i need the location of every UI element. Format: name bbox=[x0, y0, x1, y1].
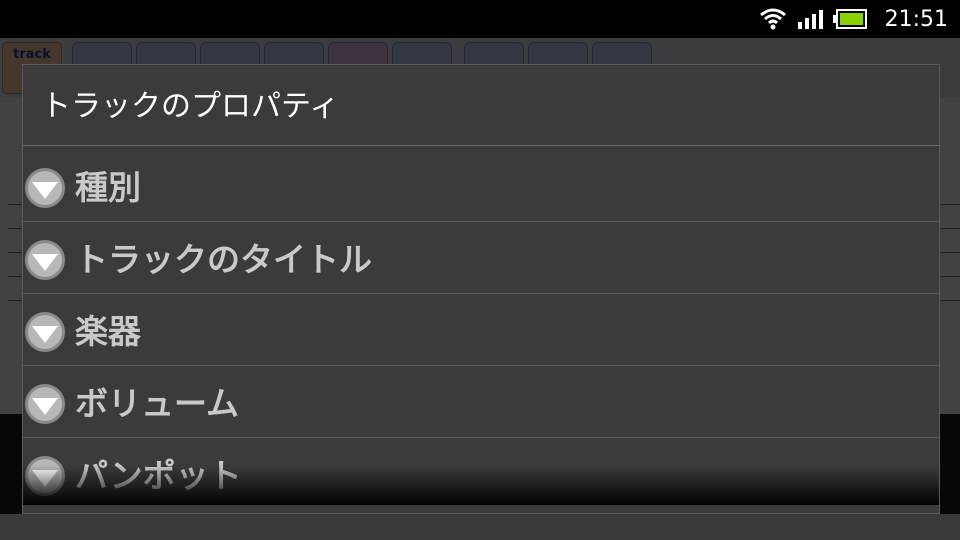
status-time: 21:51 bbox=[884, 6, 948, 32]
wifi-icon bbox=[759, 8, 786, 30]
item-label: トラックのタイトル bbox=[75, 240, 372, 279]
list-item-instrument[interactable]: 楽器 bbox=[23, 294, 939, 366]
item-label: ボリューム bbox=[75, 384, 240, 423]
chevron-down-icon bbox=[25, 168, 65, 208]
chevron-down-icon bbox=[25, 312, 65, 352]
list-item-track-title[interactable]: トラックのタイトル bbox=[23, 222, 939, 294]
list-item-volume[interactable]: ボリューム bbox=[23, 366, 939, 438]
chevron-down-icon bbox=[25, 384, 65, 424]
item-label: 種別 bbox=[75, 168, 141, 207]
item-label: 楽器 bbox=[75, 312, 141, 351]
status-bar: 21:51 bbox=[0, 0, 960, 38]
scroll-fade bbox=[23, 465, 939, 505]
battery-icon bbox=[832, 9, 867, 29]
status-icons: 21:51 bbox=[759, 0, 948, 38]
properties-list[interactable]: 種別 トラックのタイトル 楽器 ボリューム bbox=[23, 146, 939, 503]
track-properties-dialog: トラックのプロパティ 種別 トラックのタイトル 楽器 ボリューム bbox=[22, 64, 940, 514]
signal-icon bbox=[797, 10, 823, 29]
dialog-title: トラックのプロパティ bbox=[41, 89, 340, 124]
chevron-down-icon bbox=[25, 240, 65, 280]
list-item-type[interactable]: 種別 bbox=[23, 150, 939, 222]
